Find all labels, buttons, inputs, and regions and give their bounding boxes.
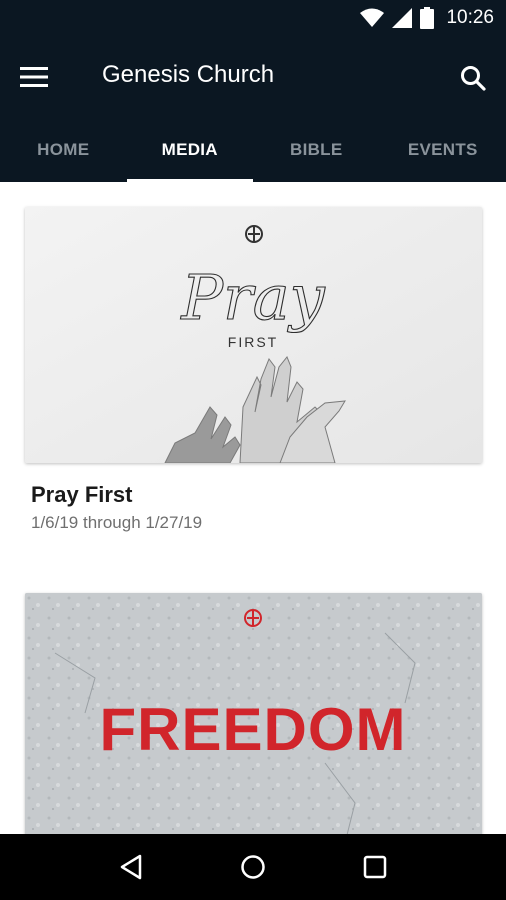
tab-bible[interactable]: BIBLE (253, 118, 380, 182)
first-caption-text: FIRST (228, 334, 278, 350)
media-list: Pray FIRST Pray First 1/6/19 through 1/2… (0, 182, 506, 834)
menu-icon (20, 67, 48, 87)
signal-icon (392, 8, 413, 28)
tab-home[interactable]: HOME (0, 118, 127, 182)
series-title[interactable]: Pray First (31, 482, 133, 508)
home-button[interactable] (229, 843, 277, 891)
status-time: 10:26 (446, 7, 494, 28)
recents-icon (363, 855, 387, 879)
tab-bar: HOME MEDIA BIBLE EVENTS (0, 118, 506, 182)
tab-media[interactable]: MEDIA (126, 118, 254, 182)
freedom-art-text: FREEDOM (100, 696, 407, 763)
system-nav-bar (0, 834, 506, 900)
back-button[interactable] (107, 843, 155, 891)
freedom-artwork: FREEDOM (25, 593, 482, 834)
status-bar: 10:26 (0, 0, 506, 36)
wifi-icon (360, 8, 385, 27)
home-icon (241, 855, 265, 879)
back-icon (120, 854, 142, 880)
search-icon (461, 66, 486, 91)
series-dates: 1/6/19 through 1/27/19 (31, 513, 203, 532)
genesis-logo-icon (244, 609, 262, 627)
app-bar: Genesis Church (0, 36, 506, 118)
search-button[interactable] (446, 58, 486, 98)
app-title: Genesis Church (102, 61, 275, 88)
freedom-series-image[interactable]: FREEDOM (25, 593, 482, 834)
pray-first-artwork: Pray FIRST (25, 207, 482, 463)
genesis-logo-icon (245, 225, 263, 243)
tab-events[interactable]: EVENTS (380, 118, 506, 182)
pray-first-series-image[interactable]: Pray FIRST (25, 207, 482, 463)
pray-script-text: Pray (180, 261, 325, 334)
recents-button[interactable] (351, 843, 399, 891)
menu-button[interactable] (20, 60, 60, 94)
battery-icon (420, 7, 435, 29)
status-icons: 10:26 (360, 6, 494, 30)
